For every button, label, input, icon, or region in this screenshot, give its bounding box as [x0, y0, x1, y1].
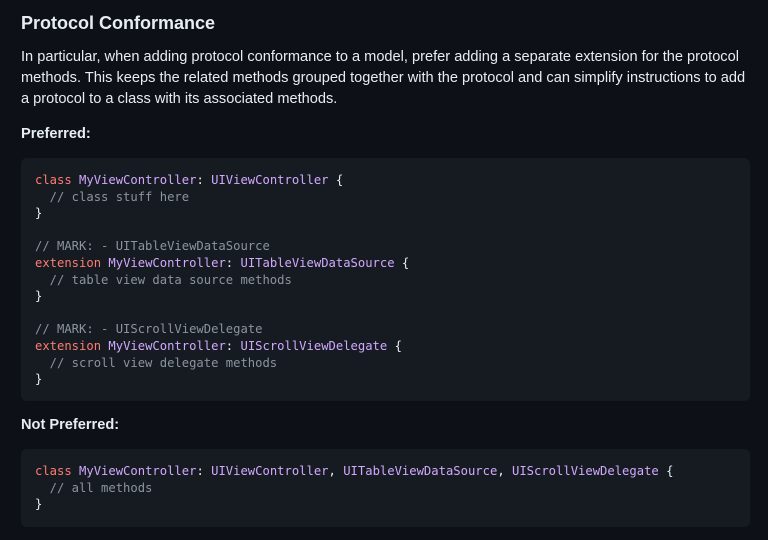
code-keyword: extension	[35, 255, 102, 270]
code-line: class MyViewController: UIViewController…	[35, 172, 736, 189]
code-keyword: extension	[35, 338, 102, 353]
code-punct: :	[225, 338, 234, 353]
not-preferred-label: Not Preferred:	[21, 417, 120, 433]
code-brace: }	[35, 206, 43, 221]
code-parent-type: UITableViewDataSource	[343, 464, 498, 478]
code-comment: // scroll view delegate methods	[35, 355, 278, 370]
code-punct: {	[328, 173, 344, 187]
code-punct: :	[225, 255, 234, 270]
code-parent-type: UIViewController	[211, 464, 329, 478]
code-punct: {	[387, 338, 402, 353]
preferred-code-block: class MyViewController: UIViewController…	[21, 158, 750, 401]
code-keyword: class	[35, 173, 72, 187]
not-preferred-code-block: class MyViewController: UIViewController…	[21, 449, 750, 527]
code-parent-type: UIScrollViewDelegate	[240, 338, 388, 353]
code-parent-type: UIScrollViewDelegate	[512, 464, 659, 478]
preferred-label: Preferred:	[21, 126, 91, 142]
code-brace: }	[35, 497, 43, 512]
code-comment: // MARK: - UITableViewDataSource	[35, 239, 270, 254]
code-type-name: MyViewController	[79, 464, 197, 478]
code-punct: {	[658, 464, 674, 478]
code-brace: }	[35, 372, 43, 387]
code-comment: // class stuff here	[35, 189, 190, 204]
code-line: extension MyViewController: UITableViewD…	[35, 255, 736, 272]
code-keyword: class	[35, 464, 72, 478]
code-line: class MyViewController: UIViewController…	[35, 463, 736, 480]
code-comment: // table view data source methods	[35, 272, 292, 287]
intro-paragraph: In particular, when adding protocol conf…	[21, 49, 746, 107]
code-punct: {	[394, 255, 410, 270]
code-punct: ,	[497, 464, 512, 478]
code-punct: :	[196, 173, 204, 187]
code-brace: }	[35, 289, 43, 304]
code-punct: :	[196, 464, 204, 478]
code-type-name: MyViewController	[79, 173, 197, 187]
code-parent-type: UIViewController	[211, 173, 329, 187]
code-type-name: MyViewController	[108, 338, 226, 353]
section-heading: Protocol Conformance	[21, 13, 216, 33]
code-line: extension MyViewController: UIScrollView…	[35, 338, 736, 355]
code-punct: ,	[328, 464, 344, 478]
code-parent-type: UITableViewDataSource	[240, 255, 395, 270]
code-type-name: MyViewController	[108, 255, 226, 270]
code-comment: // all methods	[35, 480, 153, 495]
code-comment: // MARK: - UIScrollViewDelegate	[35, 322, 263, 337]
